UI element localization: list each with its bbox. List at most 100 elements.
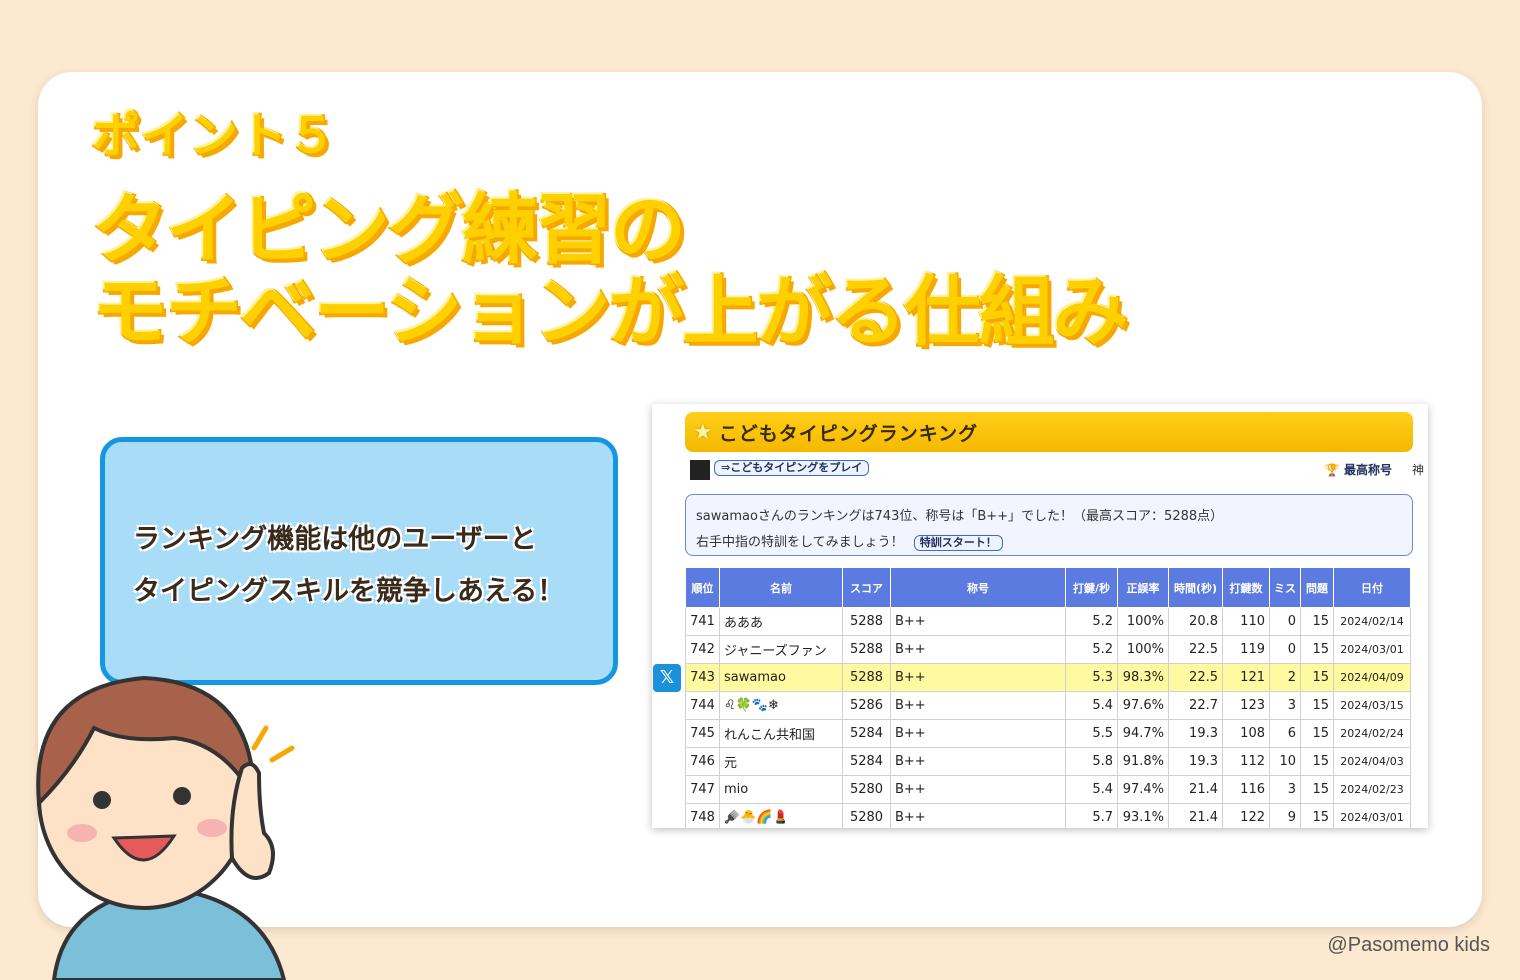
cell-date: 2024/02/24 xyxy=(1333,719,1411,748)
cell-miss: 3 xyxy=(1269,775,1301,804)
cell-kps: 5.4 xyxy=(1065,775,1118,804)
col-rank[interactable]: 順位 xyxy=(685,567,720,608)
cell-miss: 0 xyxy=(1269,635,1301,664)
cell-kps: 5.5 xyxy=(1065,719,1118,748)
best-title-label: 🏆 最高称号 xyxy=(1324,463,1392,477)
rank-result-box: sawamaoさんのランキングは743位、称号は「B++」でした！（最高スコア：… xyxy=(685,494,1413,556)
cell-rank: 746 xyxy=(685,747,720,776)
trophy-icon: 🏆 xyxy=(1324,463,1340,477)
table-header-row: 順位 名前 スコア 称号 打鍵/秒 正誤率 時間(秒) 打鍵数 ミス 問題 日付 xyxy=(685,567,1411,608)
cell-score: 5286 xyxy=(842,691,891,720)
cell-rank: 743 xyxy=(685,663,720,692)
col-score[interactable]: スコア xyxy=(842,567,891,608)
table-row: 748 🪮🐣🌈💄 5280 B++ 5.7 93.1% 21.4 122 9 1… xyxy=(685,803,1411,828)
col-name[interactable]: 名前 xyxy=(719,567,843,608)
col-time[interactable]: 時間(秒) xyxy=(1168,567,1223,608)
bubble-line2: タイピングスキルを競争しあえる！ xyxy=(133,576,565,607)
cell-date: 2024/02/14 xyxy=(1333,607,1411,636)
cell-name: sawamao xyxy=(719,663,843,692)
table-row-current-user: 743 sawamao 5288 B++ 5.3 98.3% 22.5 121 … xyxy=(685,663,1411,692)
point-kicker: ポイント５ xyxy=(90,107,338,166)
col-accuracy[interactable]: 正誤率 xyxy=(1117,567,1169,608)
cell-accuracy: 100% xyxy=(1117,607,1169,636)
ranking-rows: 741 あああ 5288 B++ 5.2 100% 20.8 110 0 15 … xyxy=(685,607,1411,828)
training-row: 右手中指の特訓をしてみましょう！ 特訓スタート！ xyxy=(696,530,1402,556)
x-share-icon[interactable]: 𝕏 xyxy=(653,664,681,692)
cell-score: 5280 xyxy=(842,803,891,828)
cell-accuracy: 94.7% xyxy=(1117,719,1169,748)
rank-message: sawamaoさんのランキングは743位、称号は「B++」でした！（最高スコア：… xyxy=(696,509,1224,524)
cell-name: ジャニーズファン xyxy=(719,635,843,664)
cell-time: 19.3 xyxy=(1168,719,1223,748)
cell-keys: 119 xyxy=(1222,635,1270,664)
cell-keys: 123 xyxy=(1222,691,1270,720)
cell-miss: 9 xyxy=(1269,803,1301,828)
cell-time: 22.5 xyxy=(1168,663,1223,692)
table-row: 746 元 5284 B++ 5.8 91.8% 19.3 112 10 15 … xyxy=(685,747,1411,776)
game-thumbnail xyxy=(690,460,710,480)
table-row: 742 ジャニーズファン 5288 B++ 5.2 100% 22.5 119 … xyxy=(685,635,1411,664)
cell-accuracy: 93.1% xyxy=(1117,803,1169,828)
cell-rank: 748 xyxy=(685,803,720,828)
cell-date: 2024/04/03 xyxy=(1333,747,1411,776)
cell-score: 5280 xyxy=(842,775,891,804)
best-title-value: 神 xyxy=(1411,463,1424,477)
cell-time: 21.4 xyxy=(1168,803,1223,828)
ranking-screenshot: ★ こどもタイピングランキング ⇒こどもタイピングをプレイ 🏆 最高称号 神 s… xyxy=(652,404,1428,828)
cell-rank: 745 xyxy=(685,719,720,748)
play-button[interactable]: ⇒こどもタイピングをプレイ xyxy=(714,460,870,476)
cell-keys: 121 xyxy=(1222,663,1270,692)
cell-keys: 116 xyxy=(1222,775,1270,804)
cell-kps: 5.2 xyxy=(1065,607,1118,636)
cell-title: B++ xyxy=(890,691,1066,720)
headline-line2: モチベーションが上がる仕組み xyxy=(90,266,1129,358)
cell-time: 21.4 xyxy=(1168,775,1223,804)
cell-name: ♌🍀🐾❄ xyxy=(719,691,843,720)
col-title[interactable]: 称号 xyxy=(890,567,1066,608)
cell-keys: 108 xyxy=(1222,719,1270,748)
ranking-table: 順位 名前 スコア 称号 打鍵/秒 正誤率 時間(秒) 打鍵数 ミス 問題 日付… xyxy=(685,567,1411,828)
cell-date: 2024/03/15 xyxy=(1333,691,1411,720)
ranking-title: こどもタイピングランキング xyxy=(718,422,979,445)
training-start-button[interactable]: 特訓スタート！ xyxy=(913,534,1003,551)
col-keys[interactable]: 打鍵数 xyxy=(1222,567,1270,608)
cell-score: 5288 xyxy=(842,663,891,692)
cell-rank: 747 xyxy=(685,775,720,804)
cell-kps: 5.7 xyxy=(1065,803,1118,828)
table-row: 747 mio 5280 B++ 5.4 97.4% 21.4 116 3 15… xyxy=(685,775,1411,804)
cell-accuracy: 100% xyxy=(1117,635,1169,664)
cell-questions: 15 xyxy=(1300,691,1334,720)
cell-name: mio xyxy=(719,775,843,804)
credit-text: @Pasomemo kids xyxy=(1327,934,1490,956)
bubble-line1: ランキング機能は他のユーザーと xyxy=(133,524,537,555)
cell-questions: 15 xyxy=(1300,607,1334,636)
col-date[interactable]: 日付 xyxy=(1333,567,1411,608)
cell-questions: 15 xyxy=(1300,635,1334,664)
col-kps[interactable]: 打鍵/秒 xyxy=(1065,567,1118,608)
cell-title: B++ xyxy=(890,747,1066,776)
star-icon: ★ xyxy=(693,419,713,445)
cell-name: れんこん共和国 xyxy=(719,719,843,748)
cell-questions: 15 xyxy=(1300,775,1334,804)
cell-score: 5284 xyxy=(842,719,891,748)
table-row: 741 あああ 5288 B++ 5.2 100% 20.8 110 0 15 … xyxy=(685,607,1411,636)
cell-title: B++ xyxy=(890,635,1066,664)
cell-name: あああ xyxy=(719,607,843,636)
col-questions[interactable]: 問題 xyxy=(1300,567,1334,608)
ranking-header: ★ こどもタイピングランキング xyxy=(685,412,1413,452)
cell-miss: 10 xyxy=(1269,747,1301,776)
cell-score: 5288 xyxy=(842,635,891,664)
cell-accuracy: 98.3% xyxy=(1117,663,1169,692)
cell-score: 5288 xyxy=(842,607,891,636)
cell-title: B++ xyxy=(890,775,1066,804)
cell-date: 2024/04/09 xyxy=(1333,663,1411,692)
cell-accuracy: 97.6% xyxy=(1117,691,1169,720)
cell-date: 2024/03/01 xyxy=(1333,803,1411,828)
col-miss[interactable]: ミス xyxy=(1269,567,1301,608)
cell-rank: 744 xyxy=(685,691,720,720)
cell-accuracy: 97.4% xyxy=(1117,775,1169,804)
cell-time: 20.8 xyxy=(1168,607,1223,636)
cell-title: B++ xyxy=(890,803,1066,828)
cell-kps: 5.2 xyxy=(1065,635,1118,664)
cell-accuracy: 91.8% xyxy=(1117,747,1169,776)
